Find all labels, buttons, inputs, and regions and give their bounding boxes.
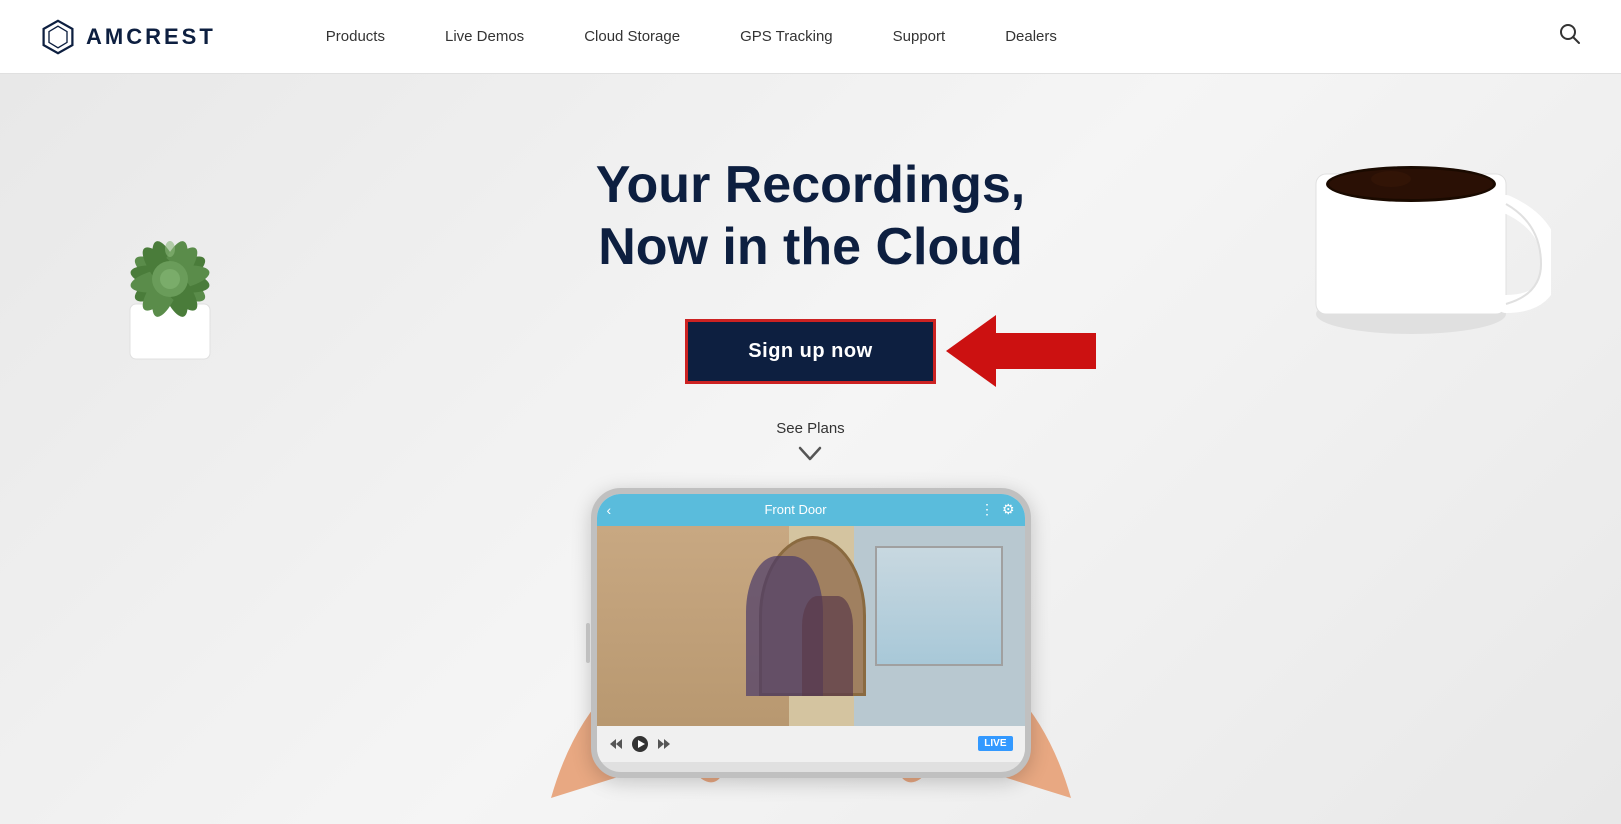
play-icon [631, 735, 649, 753]
search-icon[interactable] [1559, 23, 1581, 51]
arrow-body [996, 333, 1096, 369]
signup-button[interactable]: Sign up now [685, 319, 935, 384]
screen-interior [597, 526, 1025, 726]
nav-item-cloud-storage[interactable]: Cloud Storage [554, 0, 710, 74]
hero-content: Your Recordings, Now in the Cloud Sign u… [596, 74, 1026, 468]
nav-item-products[interactable]: Products [296, 0, 415, 74]
hero-section: Your Recordings, Now in the Cloud Sign u… [0, 74, 1621, 824]
arrow-head [946, 315, 996, 387]
phone-camera-label: Front Door [619, 502, 972, 517]
coffee-decoration [1281, 94, 1561, 354]
phone-app-topbar: ‹ Front Door ⋮ ⚙ [597, 494, 1025, 526]
nav-item-support[interactable]: Support [863, 0, 976, 74]
amcrest-logo-icon [40, 19, 76, 55]
phone-controls-bar: LIVE [597, 726, 1025, 762]
hero-title: Your Recordings, Now in the Cloud [596, 154, 1026, 279]
phone-screen [597, 526, 1025, 726]
navbar: AMCREST Products Live Demos Cloud Storag… [0, 0, 1621, 74]
phone-side-button [586, 623, 590, 663]
chevron-down-icon[interactable] [596, 445, 1026, 468]
rewind-icon [609, 737, 623, 751]
phone-demo-area: ‹ Front Door ⋮ ⚙ [551, 488, 1071, 798]
logo-link[interactable]: AMCREST [40, 19, 216, 55]
nav-item-gps-tracking[interactable]: GPS Tracking [710, 0, 863, 74]
nav-item-live-demos[interactable]: Live Demos [415, 0, 554, 74]
plant-svg [40, 104, 300, 364]
phone-mockup-container: ‹ Front Door ⋮ ⚙ [551, 488, 1071, 798]
arrow-decoration [946, 315, 1096, 387]
forward-icon [657, 737, 671, 751]
live-badge: LIVE [978, 736, 1012, 751]
coffee-svg [1281, 94, 1551, 354]
plant-decoration [40, 104, 320, 384]
nav-links: Products Live Demos Cloud Storage GPS Tr… [296, 0, 1559, 74]
nav-item-dealers[interactable]: Dealers [975, 0, 1087, 74]
brand-name: AMCREST [86, 24, 216, 50]
see-plans-link[interactable]: See Plans [596, 420, 1026, 437]
cta-wrapper: Sign up now [685, 319, 935, 384]
play-controls [609, 735, 671, 753]
phone-frame: ‹ Front Door ⋮ ⚙ [591, 488, 1031, 778]
